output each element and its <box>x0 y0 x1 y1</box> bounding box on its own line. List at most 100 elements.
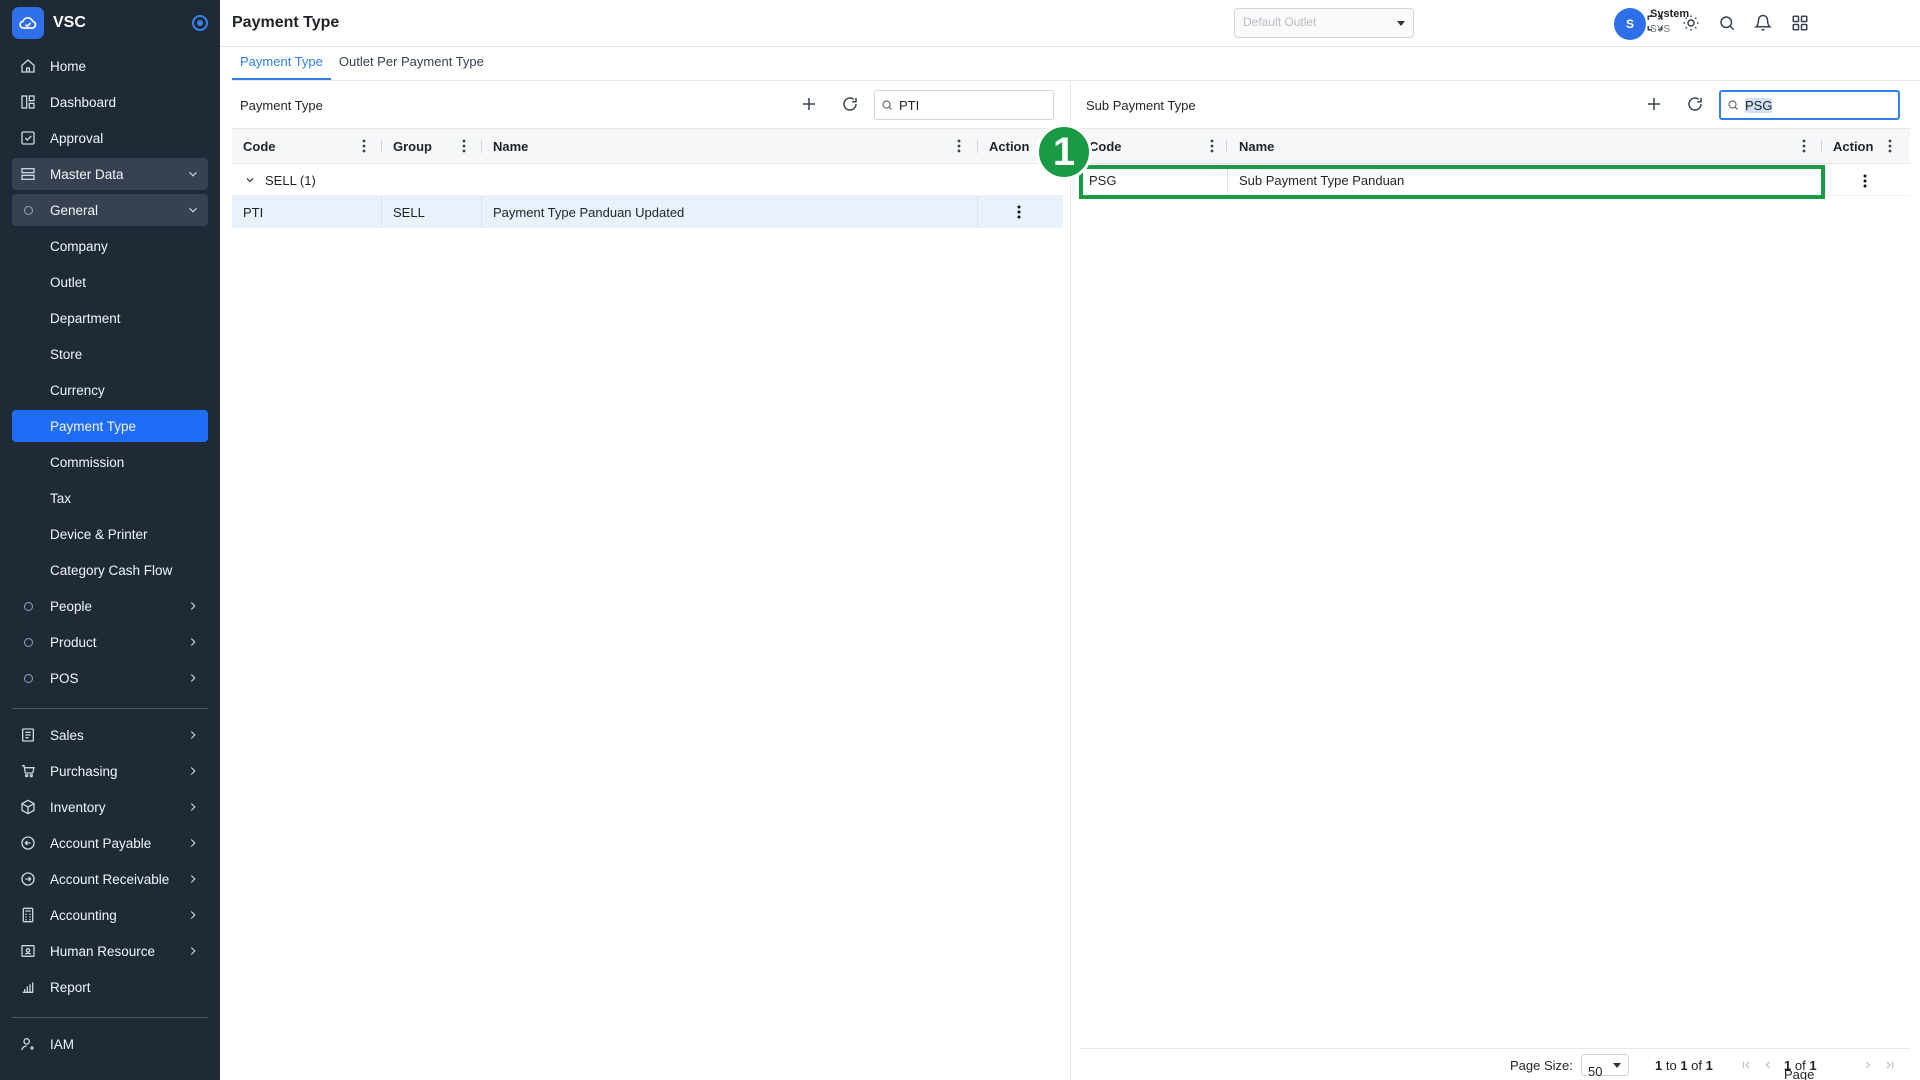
avatar[interactable]: S <box>1614 8 1646 40</box>
sidebar-item-home[interactable]: Home <box>12 50 208 82</box>
sidebar-item-inventory[interactable]: Inventory <box>12 791 208 823</box>
column-header-group[interactable]: Group <box>382 129 432 163</box>
add-icon[interactable] <box>800 95 818 113</box>
sidebar-item-iam[interactable]: IAM <box>12 1028 208 1060</box>
sidebar-item-general[interactable]: General <box>12 194 208 226</box>
column-menu-icon[interactable] <box>1802 139 1806 153</box>
panel-title: Payment Type <box>240 97 323 113</box>
sidebar-nav: Home Dashboard Approval Master Data Gene… <box>0 50 220 694</box>
page-size-label: Page Size: <box>1510 1058 1573 1073</box>
sidebar-item-label: Dashboard <box>50 94 117 110</box>
table-row[interactable]: PSG Sub Payment Type Panduan <box>1078 164 1910 196</box>
sub-payment-type-panel: Sub Payment Type PSG Code Name Action PS… <box>1078 82 1910 1080</box>
tab-payment-type[interactable]: Payment Type <box>232 48 331 80</box>
sidebar-item-label: Accounting <box>50 907 117 923</box>
bell-icon[interactable] <box>1754 14 1772 32</box>
last-page-icon[interactable] <box>1884 1059 1896 1071</box>
table-row[interactable]: PTI SELL Payment Type Panduan Updated <box>232 196 1063 228</box>
sidebar-item-label: Report <box>50 979 91 995</box>
sidebar-item-label: Company <box>50 238 108 254</box>
circle-bullet-icon <box>20 598 36 614</box>
sidebar-item-dashboard[interactable]: Dashboard <box>12 86 208 118</box>
master-data-icon <box>20 166 36 182</box>
sidebar-item-department[interactable]: Department <box>12 302 208 334</box>
cell-name: Sub Payment Type Panduan <box>1239 172 1405 188</box>
outlet-select[interactable]: Default Outlet <box>1234 8 1414 38</box>
sidebar-divider <box>12 708 208 709</box>
column-menu-icon[interactable] <box>1210 139 1214 153</box>
sidebar-item-master-data[interactable]: Master Data <box>12 158 208 190</box>
home-icon <box>20 58 36 74</box>
sidebar-item-pos[interactable]: POS <box>12 662 208 694</box>
column-menu-icon[interactable] <box>957 139 961 153</box>
column-separator[interactable] <box>1226 139 1227 153</box>
column-menu-icon[interactable] <box>462 139 466 153</box>
circle-bullet-icon <box>20 202 36 218</box>
chevron-down-icon[interactable] <box>244 174 256 186</box>
column-menu-icon[interactable] <box>1888 139 1892 153</box>
sidebar-item-purchasing[interactable]: Purchasing <box>12 755 208 787</box>
sidebar-item-label: Inventory <box>50 799 106 815</box>
page-size-value: 50 <box>1588 1064 1603 1079</box>
sidebar-item-company[interactable]: Company <box>12 230 208 262</box>
chevron-right-icon <box>190 911 196 919</box>
column-header-code[interactable]: Code <box>232 129 276 163</box>
sidebar-item-report[interactable]: Report <box>12 971 208 1003</box>
group-row[interactable]: SELL (1) <box>232 164 1063 196</box>
sidebar-item-label: Department <box>50 310 121 326</box>
sidebar-item-human-resource[interactable]: Human Resource <box>12 935 208 967</box>
user-name: System <box>1650 8 1690 20</box>
search-icon[interactable] <box>1718 14 1736 32</box>
row-actions-icon[interactable] <box>1863 174 1867 188</box>
sidebar-item-store[interactable]: Store <box>12 338 208 370</box>
first-page-icon[interactable] <box>1740 1059 1752 1071</box>
sidebar-item-currency[interactable]: Currency <box>12 374 208 406</box>
sidebar-item-commission[interactable]: Commission <box>12 446 208 478</box>
sidebar-item-label: Currency <box>50 382 105 398</box>
sidebar-item-label: Human Resource <box>50 943 156 959</box>
page-indicator: Page 1 of 1 <box>1784 1058 1817 1080</box>
sidebar-item-label: Purchasing <box>50 763 118 779</box>
sidebar-item-label: Master Data <box>50 166 124 182</box>
apps-grid-icon[interactable] <box>1791 14 1809 32</box>
sidebar-item-label: Payment Type <box>50 418 137 434</box>
panel-divider[interactable] <box>1070 82 1071 1080</box>
sidebar-item-label: Outlet <box>50 274 87 290</box>
add-icon[interactable] <box>1645 95 1663 113</box>
sidebar-item-product[interactable]: Product <box>12 626 208 658</box>
grid-header: Code Group Name Action <box>232 128 1063 164</box>
sidebar-item-outlet[interactable]: Outlet <box>12 266 208 298</box>
sidebar-item-label: Product <box>50 634 97 650</box>
tab-outlet-per-payment-type[interactable]: Outlet Per Payment Type <box>331 48 492 80</box>
sidebar-item-people[interactable]: People <box>12 590 208 622</box>
caret-down-icon <box>1397 21 1405 26</box>
page-size-select[interactable]: 50 <box>1581 1054 1629 1079</box>
sidebar-item-category-cash-flow[interactable]: Category Cash Flow <box>12 554 208 586</box>
sidebar-item-label: Commission <box>50 454 125 470</box>
sidebar-item-payment-type[interactable]: Payment Type <box>12 410 208 442</box>
search-input[interactable]: PTI <box>874 90 1054 120</box>
sidebar-item-label: Approval <box>50 130 104 146</box>
row-actions-icon[interactable] <box>1017 205 1021 219</box>
payment-type-panel: Payment Type PTI Code Group Name Action … <box>232 82 1063 1080</box>
column-header-name[interactable]: Name <box>482 129 528 163</box>
search-input[interactable]: PSG <box>1719 90 1900 120</box>
column-menu-icon[interactable] <box>362 139 366 153</box>
sidebar-item-approval[interactable]: Approval <box>12 122 208 154</box>
chevron-down-icon <box>189 171 197 177</box>
sidebar-item-account-receivable[interactable]: Account Receivable <box>12 863 208 895</box>
column-header-name[interactable]: Name <box>1228 129 1274 163</box>
tabs: Payment Type Outlet Per Payment Type <box>232 48 492 80</box>
previous-page-icon[interactable] <box>1762 1059 1774 1071</box>
refresh-icon[interactable] <box>1686 95 1704 113</box>
next-page-icon[interactable] <box>1862 1059 1874 1071</box>
sidebar-item-account-payable[interactable]: Account Payable <box>12 827 208 859</box>
refresh-icon[interactable] <box>841 95 859 113</box>
sidebar-item-sales[interactable]: Sales <box>12 719 208 751</box>
sidebar-pin-toggle-icon[interactable] <box>192 15 208 31</box>
sidebar-item-label: Device & Printer <box>50 526 148 542</box>
sidebar-item-accounting[interactable]: Accounting <box>12 899 208 931</box>
sidebar-item-tax[interactable]: Tax <box>12 482 208 514</box>
sub-payment-type-grid: Code Name Action PSG Sub Payment Type Pa… <box>1078 128 1910 196</box>
sidebar-item-device-printer[interactable]: Device & Printer <box>12 518 208 550</box>
